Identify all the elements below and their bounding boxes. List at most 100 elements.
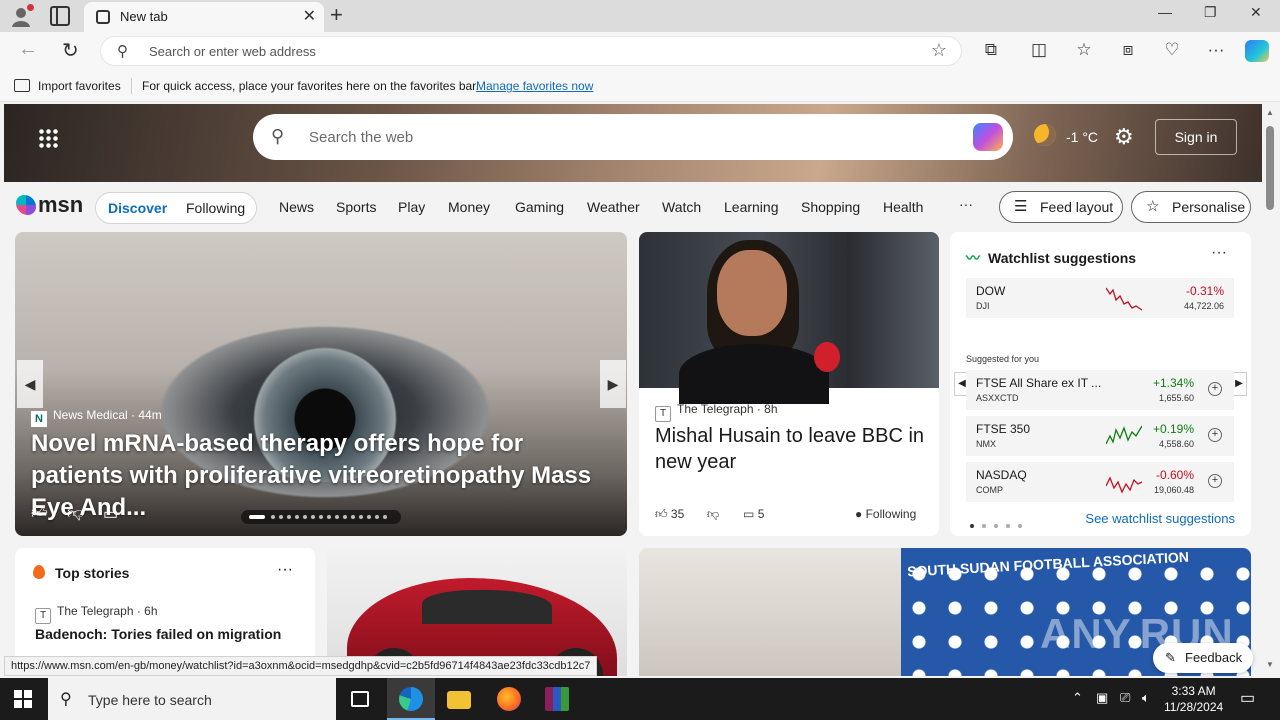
following-badge[interactable]: ● Following: [855, 507, 916, 521]
browser-essentials-icon[interactable]: ♡: [1161, 40, 1183, 60]
nav-watch[interactable]: Watch: [662, 199, 701, 215]
page-scrollbar[interactable]: ▲ ▼: [1262, 104, 1280, 676]
thumbs-down-icon[interactable]: 👎︎: [707, 507, 719, 522]
meet-now-icon[interactable]: ▣: [1096, 690, 1108, 706]
quote-row-dow[interactable]: DOW DJI -0.31% 44,722.06: [966, 278, 1234, 318]
file-explorer-icon[interactable]: [435, 678, 483, 720]
tab-actions-icon[interactable]: [50, 6, 70, 26]
taskbar-search[interactable]: ⚲ Type here to search: [48, 678, 336, 720]
carousel-pagination[interactable]: [241, 510, 401, 524]
windows-start-icon[interactable]: [14, 690, 32, 708]
web-search-box[interactable]: ⚲ Search the web: [253, 114, 1013, 160]
favorites-icon[interactable]: ☆: [1073, 40, 1095, 60]
winrar-icon[interactable]: [533, 678, 581, 720]
nav-gaming[interactable]: Gaming: [515, 199, 564, 215]
nav-play[interactable]: Play: [398, 199, 425, 215]
extensions-icon[interactable]: ⧉: [980, 40, 1002, 60]
favorite-star-icon[interactable]: ☆: [931, 40, 947, 61]
feedback-button[interactable]: ✎ Feedback: [1153, 643, 1253, 673]
import-favorites-button[interactable]: Import favorites: [38, 79, 121, 93]
feed-layout-button[interactable]: ☰ Feed layout: [999, 191, 1123, 223]
page-dot[interactable]: [351, 515, 355, 519]
more-menu-icon[interactable]: ···: [1205, 40, 1227, 60]
copilot-icon[interactable]: [1245, 40, 1269, 62]
page-dot[interactable]: [343, 515, 347, 519]
page-dot[interactable]: [287, 515, 291, 519]
add-to-watchlist-button[interactable]: +: [1208, 474, 1222, 488]
quote-row-ftse-350[interactable]: FTSE 350 NMX +0.19% 4,558.60 +: [966, 416, 1234, 456]
close-tab-icon[interactable]: ✕: [303, 6, 316, 26]
close-window-button[interactable]: ✕: [1250, 4, 1262, 21]
msn-logo[interactable]: msn: [16, 192, 83, 218]
page-dot[interactable]: [279, 515, 283, 519]
thumbs-up-icon[interactable]: 👍︎: [31, 504, 48, 523]
profile-icon[interactable]: [10, 4, 34, 27]
minimize-button[interactable]: —: [1158, 4, 1172, 20]
firefox-icon[interactable]: [485, 678, 533, 720]
new-tab-button[interactable]: +: [330, 2, 343, 28]
moon-weather-icon[interactable]: [1034, 124, 1056, 146]
top-stories-more-button[interactable]: ···: [277, 561, 293, 579]
notification-center-icon[interactable]: ▭: [1240, 688, 1255, 708]
copilot-icon[interactable]: [973, 123, 1003, 151]
page-dot[interactable]: [327, 515, 331, 519]
page-dot[interactable]: [335, 515, 339, 519]
network-icon[interactable]: ⎚: [1120, 690, 1130, 706]
like-button[interactable]: 👍︎ 35: [655, 507, 684, 522]
scroll-up-icon[interactable]: ▲: [1266, 108, 1274, 117]
page-dot[interactable]: [319, 515, 323, 519]
thumbs-down-icon[interactable]: 👎︎: [67, 504, 83, 523]
restore-button[interactable]: ❐: [1204, 4, 1217, 21]
nav-money[interactable]: Money: [448, 199, 490, 215]
quote-row-ftse-all-share[interactable]: FTSE All Share ex IT ... ASXXCTD +1.34% …: [966, 370, 1234, 410]
nav-health[interactable]: Health: [883, 199, 923, 215]
quote-row-nasdaq[interactable]: NASDAQ COMP -0.60% 19,060.48 +: [966, 462, 1234, 502]
manage-favorites-link[interactable]: Manage favorites now: [476, 79, 593, 93]
split-screen-icon[interactable]: ◫: [1028, 40, 1050, 60]
refresh-button[interactable]: ↻: [62, 38, 79, 63]
address-bar[interactable]: ⚲ Search or enter web address ☆: [100, 36, 962, 66]
scroll-thumb[interactable]: [1266, 126, 1274, 210]
page-dot[interactable]: [295, 515, 299, 519]
comments-button[interactable]: ▭ 5: [743, 507, 764, 521]
add-to-watchlist-button[interactable]: +: [1208, 428, 1222, 442]
tab-discover[interactable]: Discover: [108, 200, 167, 216]
nav-weather[interactable]: Weather: [587, 199, 640, 215]
page-dot[interactable]: [311, 515, 315, 519]
volume-icon[interactable]: 🔈︎: [1142, 690, 1150, 706]
system-clock[interactable]: 3:33 AM 11/28/2024: [1164, 683, 1223, 715]
nav-learning[interactable]: Learning: [724, 199, 779, 215]
carousel-prev-button[interactable]: ◀: [17, 360, 43, 408]
nav-news[interactable]: News: [279, 199, 314, 215]
back-button[interactable]: ←: [18, 38, 38, 61]
collections-icon[interactable]: ⧈: [1117, 40, 1139, 60]
sign-in-button[interactable]: Sign in: [1155, 119, 1237, 155]
page-dot[interactable]: [367, 515, 371, 519]
watchlist-pagination[interactable]: [970, 516, 1030, 531]
personalise-button[interactable]: ☆ Personalise: [1131, 191, 1251, 223]
add-to-watchlist-button[interactable]: +: [1208, 382, 1222, 396]
article-title[interactable]: Mishal Husain to leave BBC in new year: [655, 423, 925, 475]
top-story-headline[interactable]: Badenoch: Tories failed on migration: [35, 626, 281, 642]
gear-icon[interactable]: ⚙: [1114, 124, 1134, 150]
page-dot[interactable]: [375, 515, 379, 519]
news-card-telegraph[interactable]: T The Telegraph · 8h Mishal Husain to lea…: [639, 232, 939, 536]
hero-carousel[interactable]: ◀ ▶ N News Medical · 44m Novel mRNA-based…: [15, 232, 627, 536]
scroll-down-icon[interactable]: ▼: [1266, 660, 1274, 669]
tab-new-tab[interactable]: New tab ✕: [84, 2, 324, 32]
page-dot[interactable]: [383, 515, 387, 519]
page-dot[interactable]: [271, 515, 275, 519]
app-launcher-icon[interactable]: [38, 128, 58, 148]
chevron-up-icon[interactable]: ⌃: [1072, 690, 1083, 706]
edge-taskbar-icon[interactable]: [387, 678, 435, 720]
watchlist-more-button[interactable]: ···: [1211, 244, 1227, 262]
carousel-next-button[interactable]: ▶: [600, 360, 626, 408]
comment-icon[interactable]: ▭: [103, 504, 118, 524]
temperature[interactable]: -1 °C: [1066, 129, 1098, 145]
nav-shopping[interactable]: Shopping: [801, 199, 860, 215]
task-view-icon[interactable]: [336, 678, 384, 720]
nav-more-button[interactable]: ···: [959, 196, 973, 212]
see-watchlist-link[interactable]: See watchlist suggestions: [1085, 511, 1235, 526]
tab-following[interactable]: Following: [186, 200, 245, 216]
nav-sports[interactable]: Sports: [336, 199, 376, 215]
